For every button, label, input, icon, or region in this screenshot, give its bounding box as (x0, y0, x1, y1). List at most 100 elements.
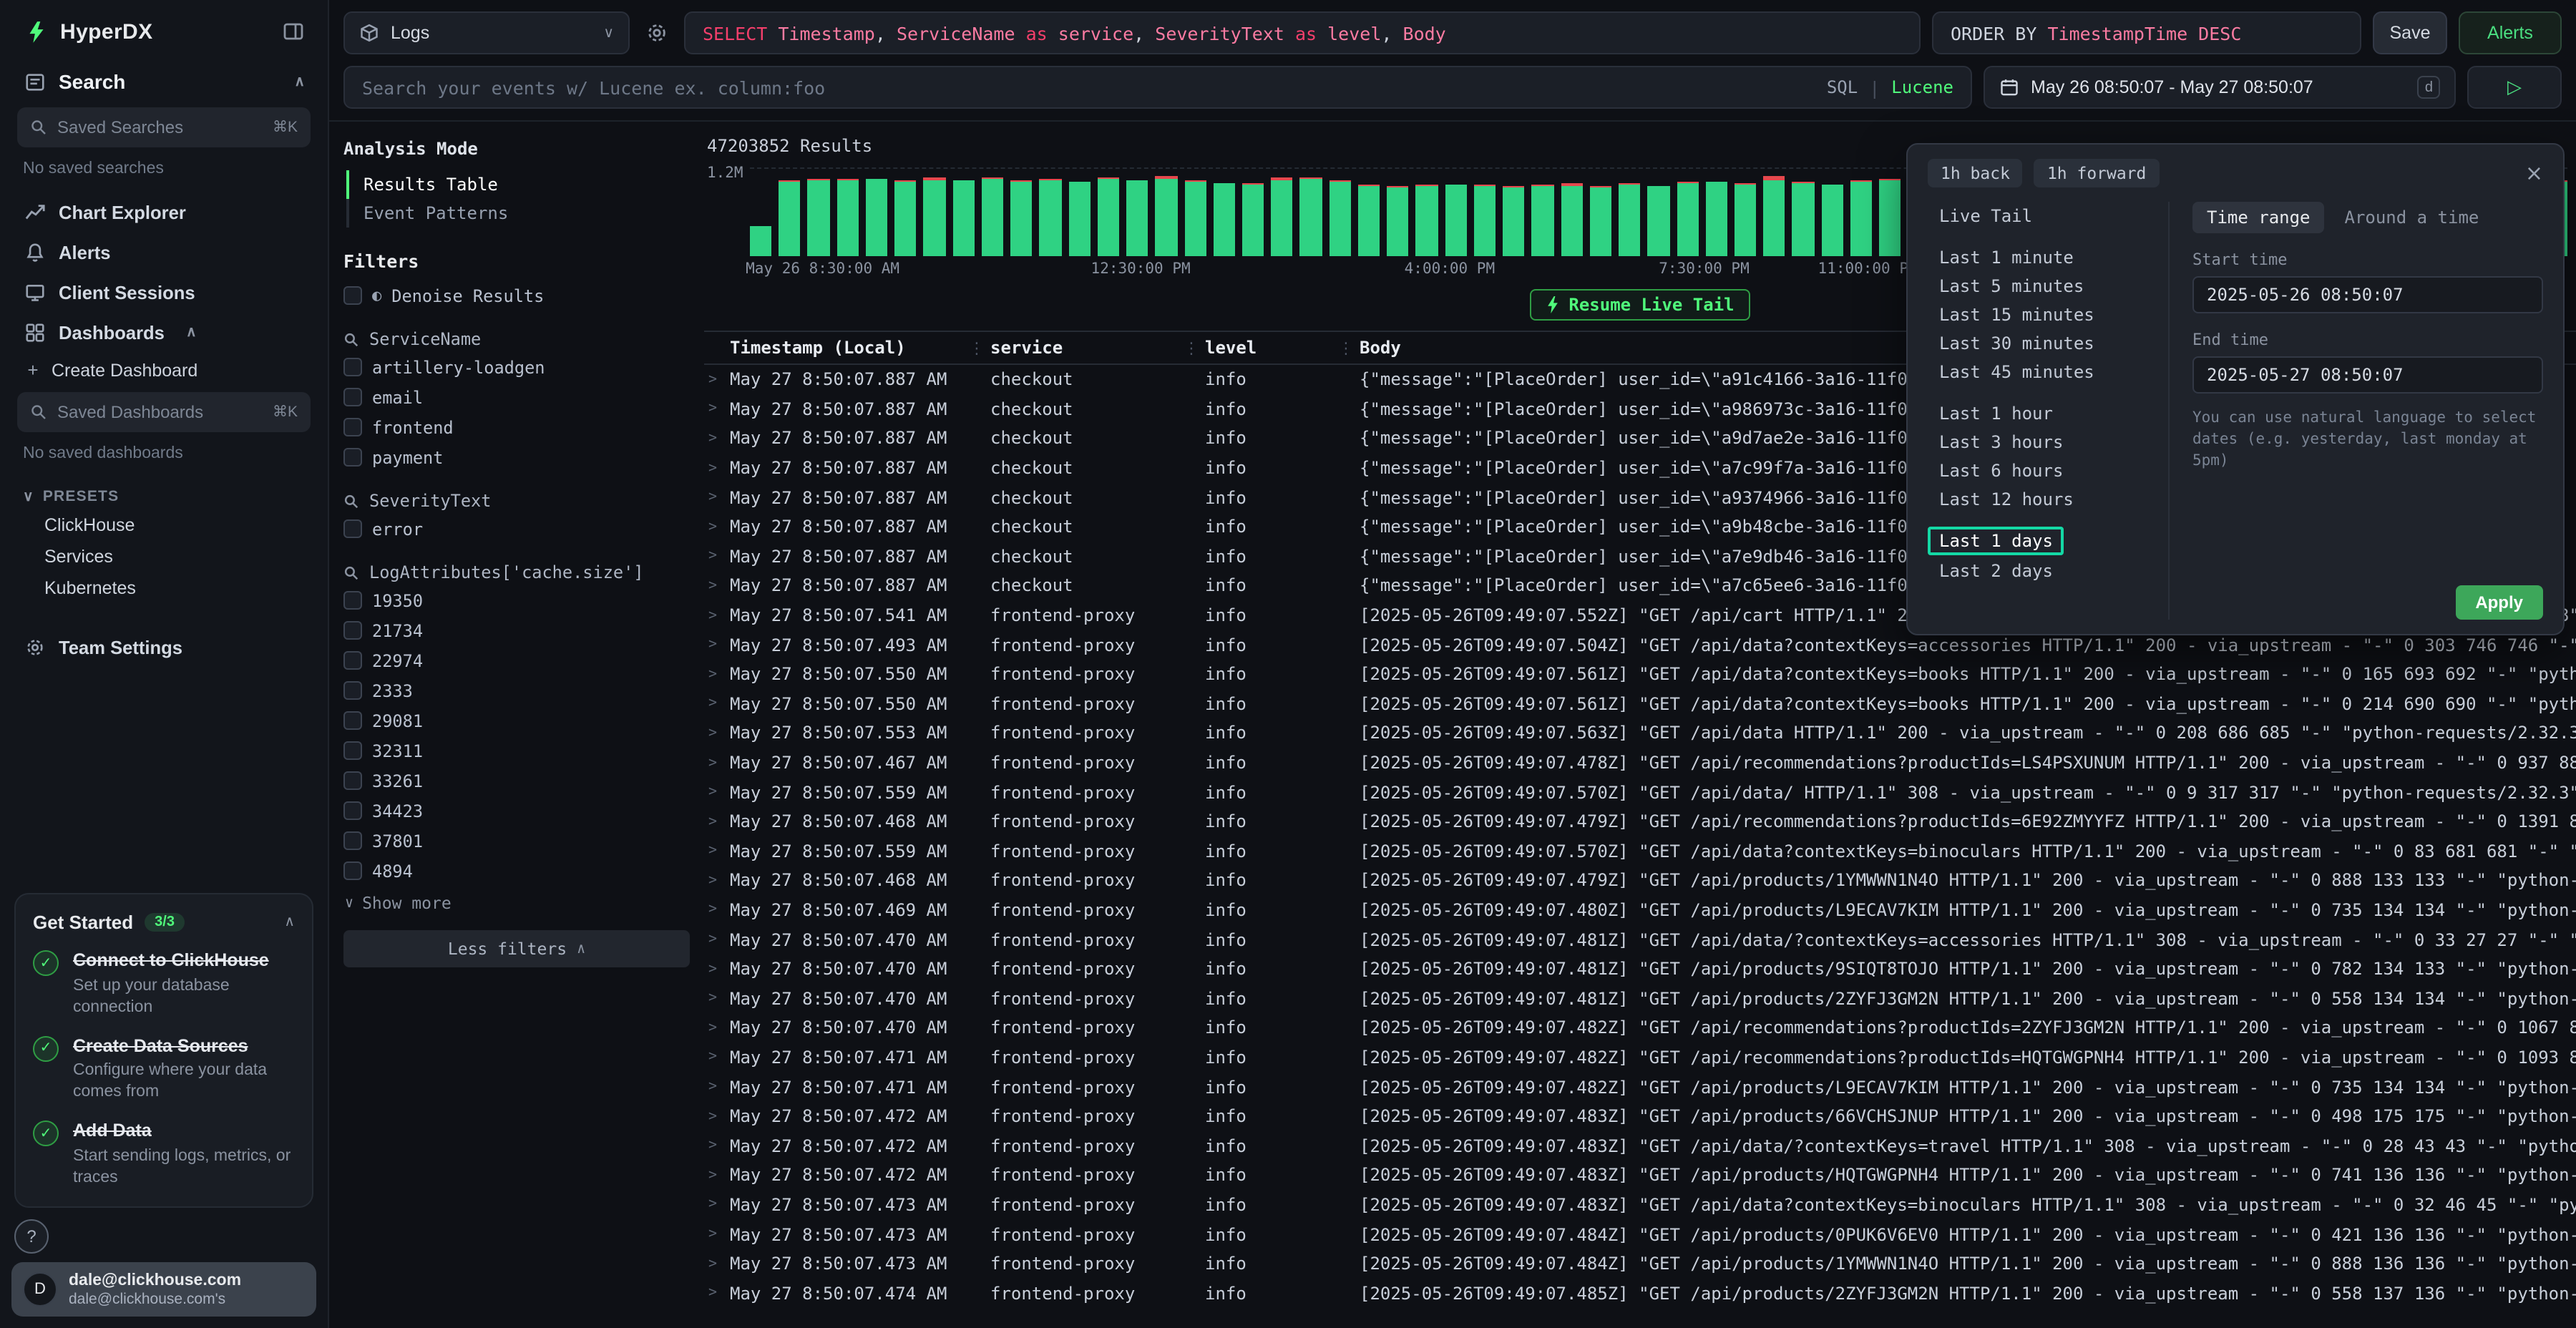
row-expand-chevron[interactable]: > (704, 666, 730, 682)
histogram-bar[interactable] (866, 169, 887, 256)
column-resize-handle[interactable]: ⋮ (1338, 339, 1354, 358)
row-expand-chevron[interactable]: > (704, 431, 730, 446)
histogram-bar[interactable] (1648, 169, 1669, 256)
row-expand-chevron[interactable]: > (704, 726, 730, 741)
filter-checkbox-row[interactable]: 29081 (343, 706, 690, 736)
range-last-15-minutes[interactable]: Last 15 minutes (1928, 301, 2168, 328)
filter-checkbox-row[interactable]: payment (343, 442, 690, 472)
filter-group-severitytext[interactable]: SeverityText (343, 488, 690, 514)
row-expand-chevron[interactable]: > (704, 1285, 730, 1301)
apply-button[interactable]: Apply (2455, 585, 2543, 620)
table-row[interactable]: > May 27 8:50:07.473 AM frontend-proxy i… (704, 1190, 2576, 1219)
sidebar-item-services[interactable]: Services (0, 541, 328, 572)
sidebar-item-clickhouse[interactable]: ClickHouse (0, 509, 328, 541)
histogram-bar[interactable] (1590, 169, 1611, 256)
get-started-item[interactable]: ✓ Connect to ClickHouse Set up your data… (33, 950, 295, 1018)
row-expand-chevron[interactable]: > (704, 578, 730, 594)
filter-checkbox-row[interactable]: 21734 (343, 615, 690, 645)
histogram-bar[interactable] (779, 169, 800, 256)
show-more-button[interactable]: ∨ Show more (343, 886, 690, 913)
table-row[interactable]: > May 27 8:50:07.468 AM frontend-proxy i… (704, 807, 2576, 836)
checkbox[interactable] (343, 591, 362, 610)
column-resize-handle[interactable]: ⋮ (1184, 339, 1199, 358)
row-expand-chevron[interactable]: > (704, 873, 730, 889)
histogram-bar[interactable] (1677, 169, 1698, 256)
filter-checkbox-row[interactable]: error (343, 514, 690, 544)
histogram-bar[interactable] (1445, 169, 1466, 256)
chevron-up-icon[interactable]: ∧ (284, 914, 295, 930)
table-row[interactable]: > May 27 8:50:07.470 AM frontend-proxy i… (704, 954, 2576, 984)
range-last-5-minutes[interactable]: Last 5 minutes (1928, 272, 2168, 299)
source-settings-gear-icon[interactable] (641, 21, 673, 44)
table-row[interactable]: > May 27 8:50:07.473 AM frontend-proxy i… (704, 1219, 2576, 1249)
filter-checkbox-row[interactable]: email (343, 382, 690, 412)
row-expand-chevron[interactable]: > (704, 1256, 730, 1271)
row-expand-chevron[interactable]: > (704, 1108, 730, 1124)
row-expand-chevron[interactable]: > (704, 814, 730, 829)
histogram-bar[interactable] (1850, 169, 1872, 256)
histogram-bar[interactable] (1040, 169, 1061, 256)
column-level[interactable]: level⋮ (1205, 338, 1360, 358)
filter-group-servicename[interactable]: ServiceName (343, 326, 690, 352)
close-icon[interactable]: × (2525, 162, 2543, 184)
table-row[interactable]: > May 27 8:50:07.468 AM frontend-proxy i… (704, 866, 2576, 895)
row-expand-chevron[interactable]: > (704, 932, 730, 947)
source-select[interactable]: Logs ∨ (343, 11, 630, 54)
sidebar-item-kubernetes[interactable]: Kubernetes (0, 572, 328, 604)
histogram-bar[interactable] (1503, 169, 1524, 256)
histogram-bar[interactable] (1561, 169, 1582, 256)
row-expand-chevron[interactable]: > (704, 844, 730, 859)
order-by-editor[interactable]: ORDER BY TimestampTime DESC (1932, 11, 2361, 54)
start-time-input[interactable]: 2025-05-26 08:50:07 (2192, 276, 2543, 313)
get-started-item[interactable]: ✓ Create Data Sources Configure where yo… (33, 1035, 295, 1103)
row-expand-chevron[interactable]: > (704, 961, 730, 977)
histogram-bar[interactable] (894, 169, 916, 256)
sidebar-collapse-icon[interactable] (282, 20, 305, 43)
help-button[interactable]: ? (14, 1219, 49, 1253)
column-timestamp[interactable]: Timestamp (Local)⋮ (730, 338, 990, 358)
range-last-1-minute[interactable]: Last 1 minute (1928, 243, 2168, 270)
filter-checkbox-row[interactable]: frontend (343, 412, 690, 442)
denoise-results-checkbox-row[interactable]: ◐ Denoise Results (343, 280, 690, 311)
range-last-1-hour[interactable]: Last 1 hour (1928, 399, 2168, 426)
table-row[interactable]: > May 27 8:50:07.470 AM frontend-proxy i… (704, 925, 2576, 954)
checkbox[interactable] (343, 418, 362, 436)
histogram-bar[interactable] (1010, 169, 1032, 256)
alerts-button[interactable]: Alerts (2459, 11, 2562, 54)
histogram-bar[interactable] (1792, 169, 1814, 256)
histogram-bar[interactable] (1126, 169, 1148, 256)
table-row[interactable]: > May 27 8:50:07.559 AM frontend-proxy i… (704, 836, 2576, 866)
histogram-bar[interactable] (1619, 169, 1640, 256)
range-last-45-minutes[interactable]: Last 45 minutes (1928, 358, 2168, 385)
column-service[interactable]: service⋮ (990, 338, 1205, 358)
table-row[interactable]: > May 27 8:50:07.472 AM frontend-proxy i… (704, 1131, 2576, 1161)
table-row[interactable]: > May 27 8:50:07.469 AM frontend-proxy i… (704, 895, 2576, 924)
filter-checkbox-row[interactable]: 19350 (343, 585, 690, 615)
sidebar-item-chart-explorer[interactable]: Chart Explorer (0, 192, 328, 232)
histogram-bar[interactable] (1300, 169, 1322, 256)
histogram-bar[interactable] (1705, 169, 1727, 256)
sidebar-item-team-settings[interactable]: Team Settings (0, 627, 328, 667)
less-filters-button[interactable]: Less filters ∧ (343, 930, 690, 967)
lang-toggle-lucene[interactable]: Lucene (1891, 77, 1953, 97)
row-expand-chevron[interactable]: > (704, 1197, 730, 1213)
tab-around-a-time[interactable]: Around a time (2331, 202, 2494, 233)
shift-1h-forward-button[interactable]: 1h forward (2034, 159, 2160, 187)
table-row[interactable]: > May 27 8:50:07.550 AM frontend-proxy i… (704, 660, 2576, 689)
range-last-1-days[interactable]: Last 1 days (1928, 527, 2064, 555)
checkbox[interactable] (343, 448, 362, 467)
histogram-bar[interactable] (924, 169, 945, 256)
range-live-tail[interactable]: Live Tail (1928, 202, 2168, 229)
table-row[interactable]: > May 27 8:50:07.472 AM frontend-proxy i… (704, 1161, 2576, 1190)
filter-checkbox-row[interactable]: 33261 (343, 766, 690, 796)
histogram-bar[interactable] (1474, 169, 1496, 256)
table-row[interactable]: > May 27 8:50:07.473 AM frontend-proxy i… (704, 1249, 2576, 1279)
checkbox[interactable] (343, 286, 362, 305)
row-expand-chevron[interactable]: > (704, 991, 730, 1007)
chevron-up-icon[interactable]: ∧ (294, 74, 305, 89)
table-row[interactable]: > May 27 8:50:07.472 AM frontend-proxy i… (704, 1102, 2576, 1131)
filter-checkbox-row[interactable]: 37801 (343, 826, 690, 856)
histogram-bar[interactable] (1184, 169, 1206, 256)
user-menu[interactable]: D dale@clickhouse.com dale@clickhouse.co… (11, 1261, 316, 1317)
histogram-bar[interactable] (1068, 169, 1090, 256)
